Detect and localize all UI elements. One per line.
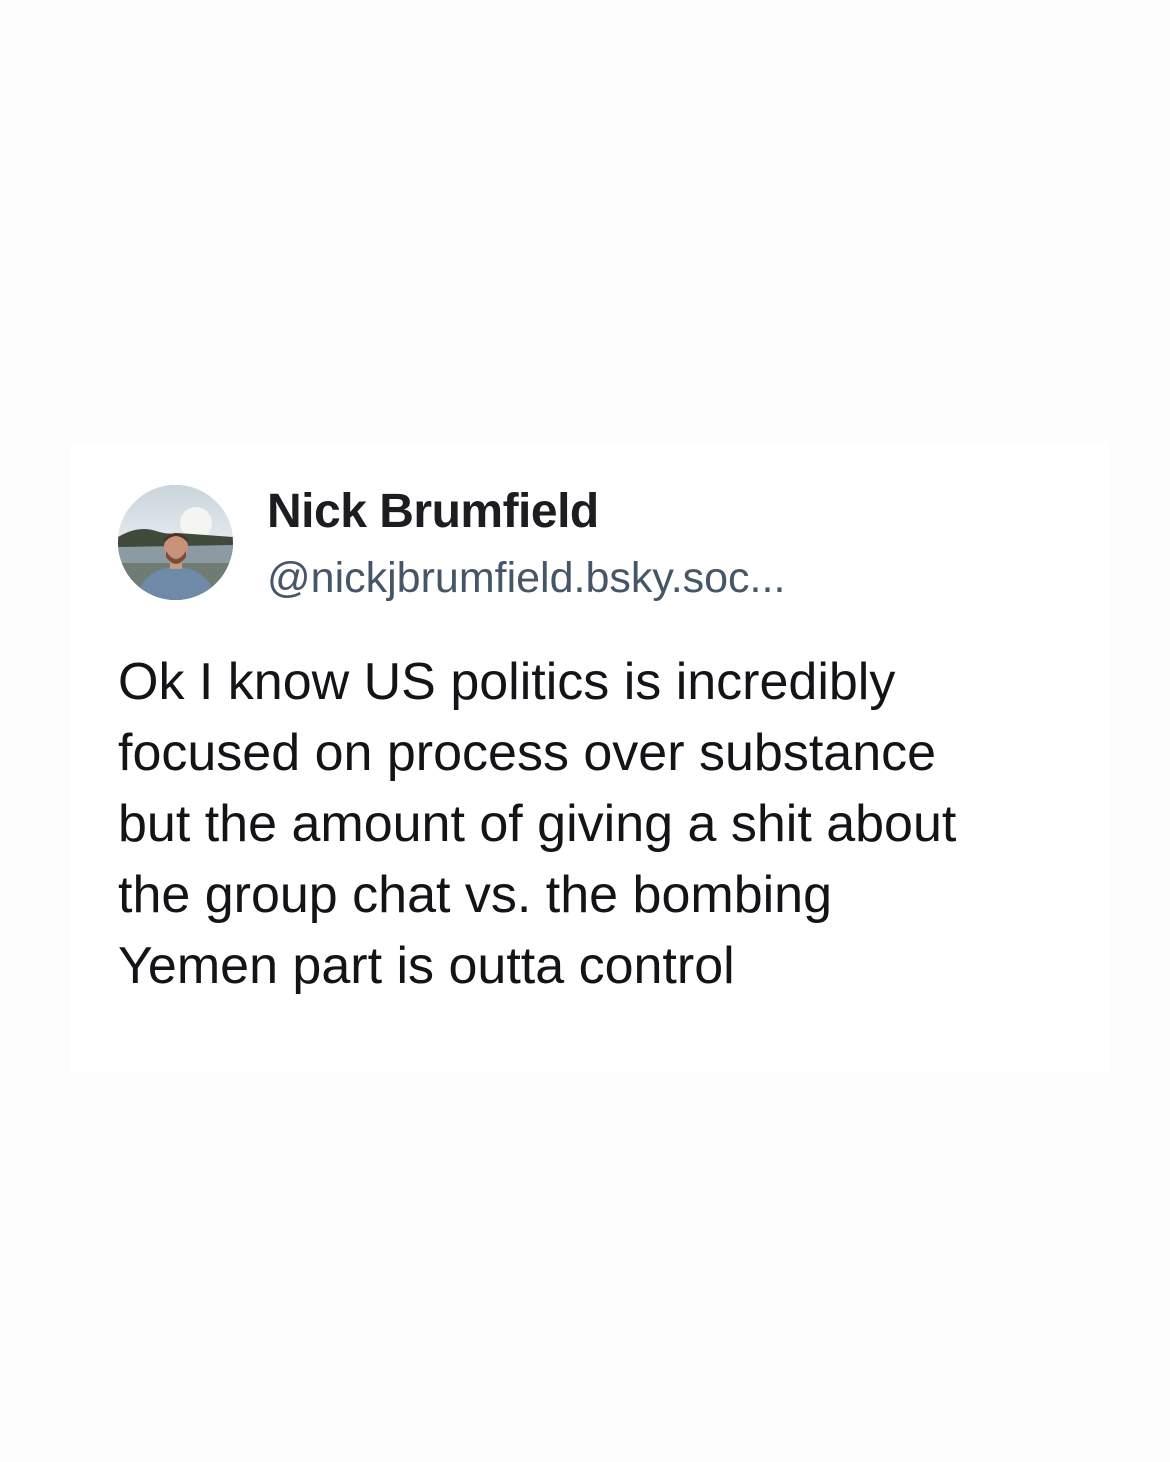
author-display-name[interactable]: Nick Brumfield (267, 484, 599, 539)
post-text: Ok I know US politics is incredibly focu… (118, 653, 957, 995)
avatar-photo (118, 485, 233, 600)
post-card: Nick Brumfield @nickjbrumfield.bsky.soc.… (70, 442, 1110, 1072)
author-handle[interactable]: @nickjbrumfield.bsky.soc... (267, 554, 785, 603)
avatar[interactable] (118, 485, 233, 600)
